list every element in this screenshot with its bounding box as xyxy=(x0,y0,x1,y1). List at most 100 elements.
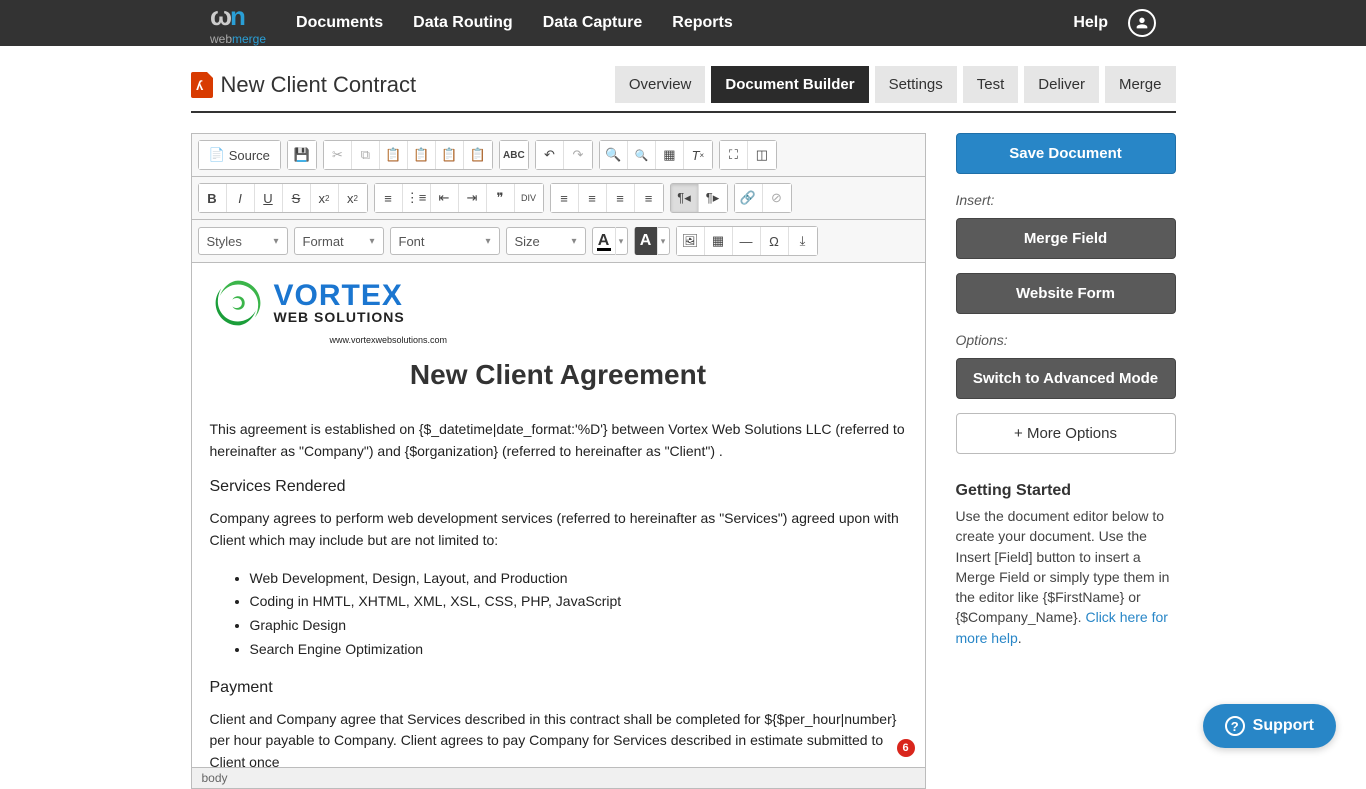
bg-color-button[interactable]: A▾ xyxy=(634,227,670,255)
strike-icon[interactable]: S xyxy=(283,184,311,212)
document-tabs: Overview Document Builder Settings Test … xyxy=(615,66,1176,103)
copy-icon[interactable]: ⧉ xyxy=(352,141,380,169)
question-icon: ? xyxy=(1225,716,1245,736)
subscript-icon[interactable]: x2 xyxy=(311,184,339,212)
brand-name-1: web xyxy=(210,32,232,46)
link-icon[interactable]: 🔗 xyxy=(735,184,763,212)
table-icon[interactable]: ▦ xyxy=(705,227,733,255)
cut-icon[interactable]: ✂ xyxy=(324,141,352,169)
doc-title: New Client Agreement xyxy=(210,359,907,391)
save-icon[interactable]: 💾 xyxy=(288,141,316,169)
doc-payment-heading: Payment xyxy=(210,679,907,697)
editor-canvas[interactable]: VORTEX WEB SOLUTIONS www.vortexwebsoluti… xyxy=(192,262,925,767)
editor-toolbar-row-1: 📄 Source 💾 ✂ ⧉ 📋 📋 📋 📋 ABC xyxy=(192,134,925,177)
doc-intro: This agreement is established on {$_date… xyxy=(210,419,907,462)
getting-started-text: Use the document editor below to create … xyxy=(956,506,1176,648)
sidebar: Save Document Insert: Merge Field Websit… xyxy=(956,133,1176,648)
doc-payment-paragraph: Client and Company agree that Services d… xyxy=(210,709,907,768)
brand-logo: ωn webmerge xyxy=(210,1,266,46)
align-right-icon[interactable]: ≡ xyxy=(607,184,635,212)
select-all-icon[interactable]: ▦ xyxy=(656,141,684,169)
advanced-mode-button[interactable]: Switch to Advanced Mode xyxy=(956,358,1176,399)
maximize-icon[interactable]: ⛶ xyxy=(720,141,748,169)
paste-word-icon[interactable]: 📋 xyxy=(436,141,464,169)
nav-data-routing[interactable]: Data Routing xyxy=(413,14,513,32)
image-icon[interactable]: 🖼 xyxy=(677,227,705,255)
doc-logo-url: www.vortexwebsolutions.com xyxy=(330,335,907,345)
nav-reports[interactable]: Reports xyxy=(672,14,732,32)
unordered-list-icon[interactable]: ⋮≡ xyxy=(403,184,431,212)
nav-data-capture[interactable]: Data Capture xyxy=(543,14,643,32)
account-avatar-icon[interactable] xyxy=(1128,9,1156,37)
nav-documents[interactable]: Documents xyxy=(296,14,383,32)
size-select[interactable]: Size▾ xyxy=(506,227,586,255)
source-button[interactable]: 📄 Source xyxy=(199,141,280,169)
paste-text-icon[interactable]: 📋 xyxy=(408,141,436,169)
indent-icon[interactable]: ⇥ xyxy=(459,184,487,212)
tab-document-builder[interactable]: Document Builder xyxy=(711,66,868,103)
more-options-button[interactable]: + More Options xyxy=(956,413,1176,454)
align-justify-icon[interactable]: ≡ xyxy=(635,184,663,212)
hr-icon[interactable]: — xyxy=(733,227,761,255)
brand-name-2: merge xyxy=(232,32,266,46)
align-center-icon[interactable]: ≡ xyxy=(579,184,607,212)
insert-label: Insert: xyxy=(956,192,1176,208)
website-form-button[interactable]: Website Form xyxy=(956,273,1176,314)
remove-format-icon[interactable]: T× xyxy=(684,141,712,169)
undo-icon[interactable]: ↶ xyxy=(536,141,564,169)
outdent-icon[interactable]: ⇤ xyxy=(431,184,459,212)
special-char-icon[interactable]: Ω xyxy=(761,227,789,255)
doc-services-paragraph: Company agrees to perform web developmen… xyxy=(210,508,907,551)
italic-icon[interactable]: I xyxy=(227,184,255,212)
doc-logo-sub: WEB SOLUTIONS xyxy=(274,309,405,325)
list-item: Graphic Design xyxy=(250,615,907,637)
editor: 📄 Source 💾 ✂ ⧉ 📋 📋 📋 📋 ABC xyxy=(191,133,926,789)
element-path-bar[interactable]: body xyxy=(192,767,925,788)
support-button[interactable]: ? Support xyxy=(1203,704,1336,748)
find-icon[interactable]: 🔍 xyxy=(600,141,628,169)
tab-overview[interactable]: Overview xyxy=(615,66,706,103)
show-blocks-icon[interactable]: ◫ xyxy=(748,141,776,169)
superscript-icon[interactable]: x2 xyxy=(339,184,367,212)
redo-icon[interactable]: ↷ xyxy=(564,141,592,169)
rtl-icon[interactable]: ¶▸ xyxy=(699,184,727,212)
tab-deliver[interactable]: Deliver xyxy=(1024,66,1099,103)
bold-icon[interactable]: B xyxy=(199,184,227,212)
font-select[interactable]: Font▾ xyxy=(390,227,500,255)
editor-toolbar-row-3: Styles▾ Format▾ Font▾ Size▾ A▾ A▾ 🖼 ▦ — … xyxy=(192,220,925,262)
editor-toolbar-row-2: B I U S x2 x2 ≡ ⋮≡ ⇤ ⇥ ❞ DIV xyxy=(192,177,925,220)
pdf-icon xyxy=(191,72,213,98)
unlink-icon[interactable]: ⊘ xyxy=(763,184,791,212)
tab-merge[interactable]: Merge xyxy=(1105,66,1176,103)
options-label: Options: xyxy=(956,332,1176,348)
replace-icon[interactable]: 🔍 xyxy=(628,141,656,169)
blockquote-icon[interactable]: ❞ xyxy=(487,184,515,212)
format-select[interactable]: Format▾ xyxy=(294,227,384,255)
ordered-list-icon[interactable]: ≡ xyxy=(375,184,403,212)
nav-help[interactable]: Help xyxy=(1073,14,1108,32)
tab-test[interactable]: Test xyxy=(963,66,1019,103)
align-left-icon[interactable]: ≡ xyxy=(551,184,579,212)
merge-field-button[interactable]: Merge Field xyxy=(956,218,1176,259)
save-document-button[interactable]: Save Document xyxy=(956,133,1176,174)
paste-special-icon[interactable]: 📋 xyxy=(464,141,492,169)
tab-settings[interactable]: Settings xyxy=(875,66,957,103)
page-header: New Client Contract Overview Document Bu… xyxy=(191,66,1176,113)
getting-started-title: Getting Started xyxy=(956,482,1176,500)
paste-icon[interactable]: 📋 xyxy=(380,141,408,169)
div-icon[interactable]: DIV xyxy=(515,184,543,212)
page-break-icon[interactable]: ⤓ xyxy=(789,227,817,255)
underline-icon[interactable]: U xyxy=(255,184,283,212)
top-bar: ωn webmerge Documents Data Routing Data … xyxy=(0,0,1366,46)
list-item: Coding in HMTL, XHTML, XML, XSL, CSS, PH… xyxy=(250,591,907,613)
text-color-button[interactable]: A▾ xyxy=(592,227,628,255)
list-item: Web Development, Design, Layout, and Pro… xyxy=(250,568,907,590)
top-nav: Documents Data Routing Data Capture Repo… xyxy=(296,14,733,32)
styles-select[interactable]: Styles▾ xyxy=(198,227,288,255)
doc-logo-name: VORTEX xyxy=(274,282,405,309)
page-title: New Client Contract xyxy=(221,72,417,98)
spellcheck-icon[interactable]: ABC xyxy=(500,141,528,169)
ltr-icon[interactable]: ¶◂ xyxy=(671,184,699,212)
notification-badge[interactable]: 6 xyxy=(897,739,915,757)
doc-services-heading: Services Rendered xyxy=(210,478,907,496)
